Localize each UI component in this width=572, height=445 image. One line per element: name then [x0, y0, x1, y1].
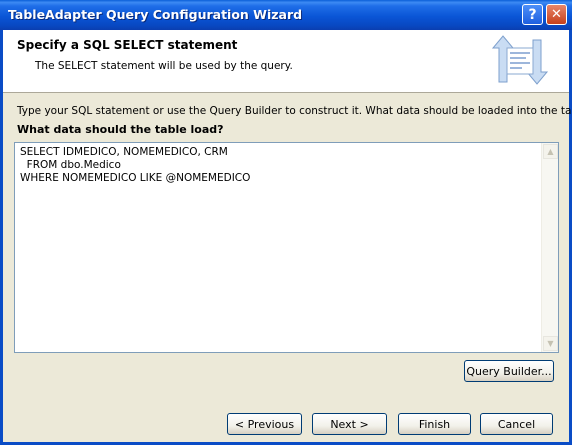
intro-text: Type your SQL statement or use the Query… [17, 105, 572, 117]
window-title: TableAdapter Query Configuration Wizard [8, 7, 303, 22]
finish-button[interactable]: Finish [398, 413, 471, 435]
database-transfer-icon [491, 35, 549, 85]
page-title: Specify a SQL SELECT statement [17, 38, 238, 52]
sql-question-label: What data should the table load? [17, 123, 224, 136]
sql-statement-text: SELECT IDMEDICO, NOMEMEDICO, CRM FROM db… [20, 146, 251, 184]
close-button[interactable]: ✕ [546, 4, 567, 25]
scroll-down-icon[interactable]: ▼ [543, 336, 558, 351]
cancel-button[interactable]: Cancel [480, 413, 553, 435]
wizard-body: Type your SQL statement or use the Query… [3, 94, 572, 442]
next-button[interactable]: Next > [312, 413, 387, 435]
wizard-window: TableAdapter Query Configuration Wizard … [0, 0, 572, 445]
help-icon: ? [528, 6, 537, 23]
title-bar[interactable]: TableAdapter Query Configuration Wizard … [0, 0, 572, 30]
previous-button[interactable]: < Previous [227, 413, 302, 435]
close-icon: ✕ [551, 7, 562, 22]
page-subtitle: The SELECT statement will be used by the… [35, 60, 293, 72]
sql-statement-textarea[interactable]: SELECT IDMEDICO, NOMEMEDICO, CRM FROM db… [14, 142, 559, 353]
scroll-up-icon[interactable]: ▲ [543, 144, 558, 159]
query-builder-button[interactable]: Query Builder... [464, 360, 554, 382]
sql-scrollbar[interactable]: ▲ ▼ [541, 143, 558, 352]
wizard-header: Specify a SQL SELECT statement The SELEC… [3, 30, 569, 93]
help-button[interactable]: ? [522, 4, 543, 25]
